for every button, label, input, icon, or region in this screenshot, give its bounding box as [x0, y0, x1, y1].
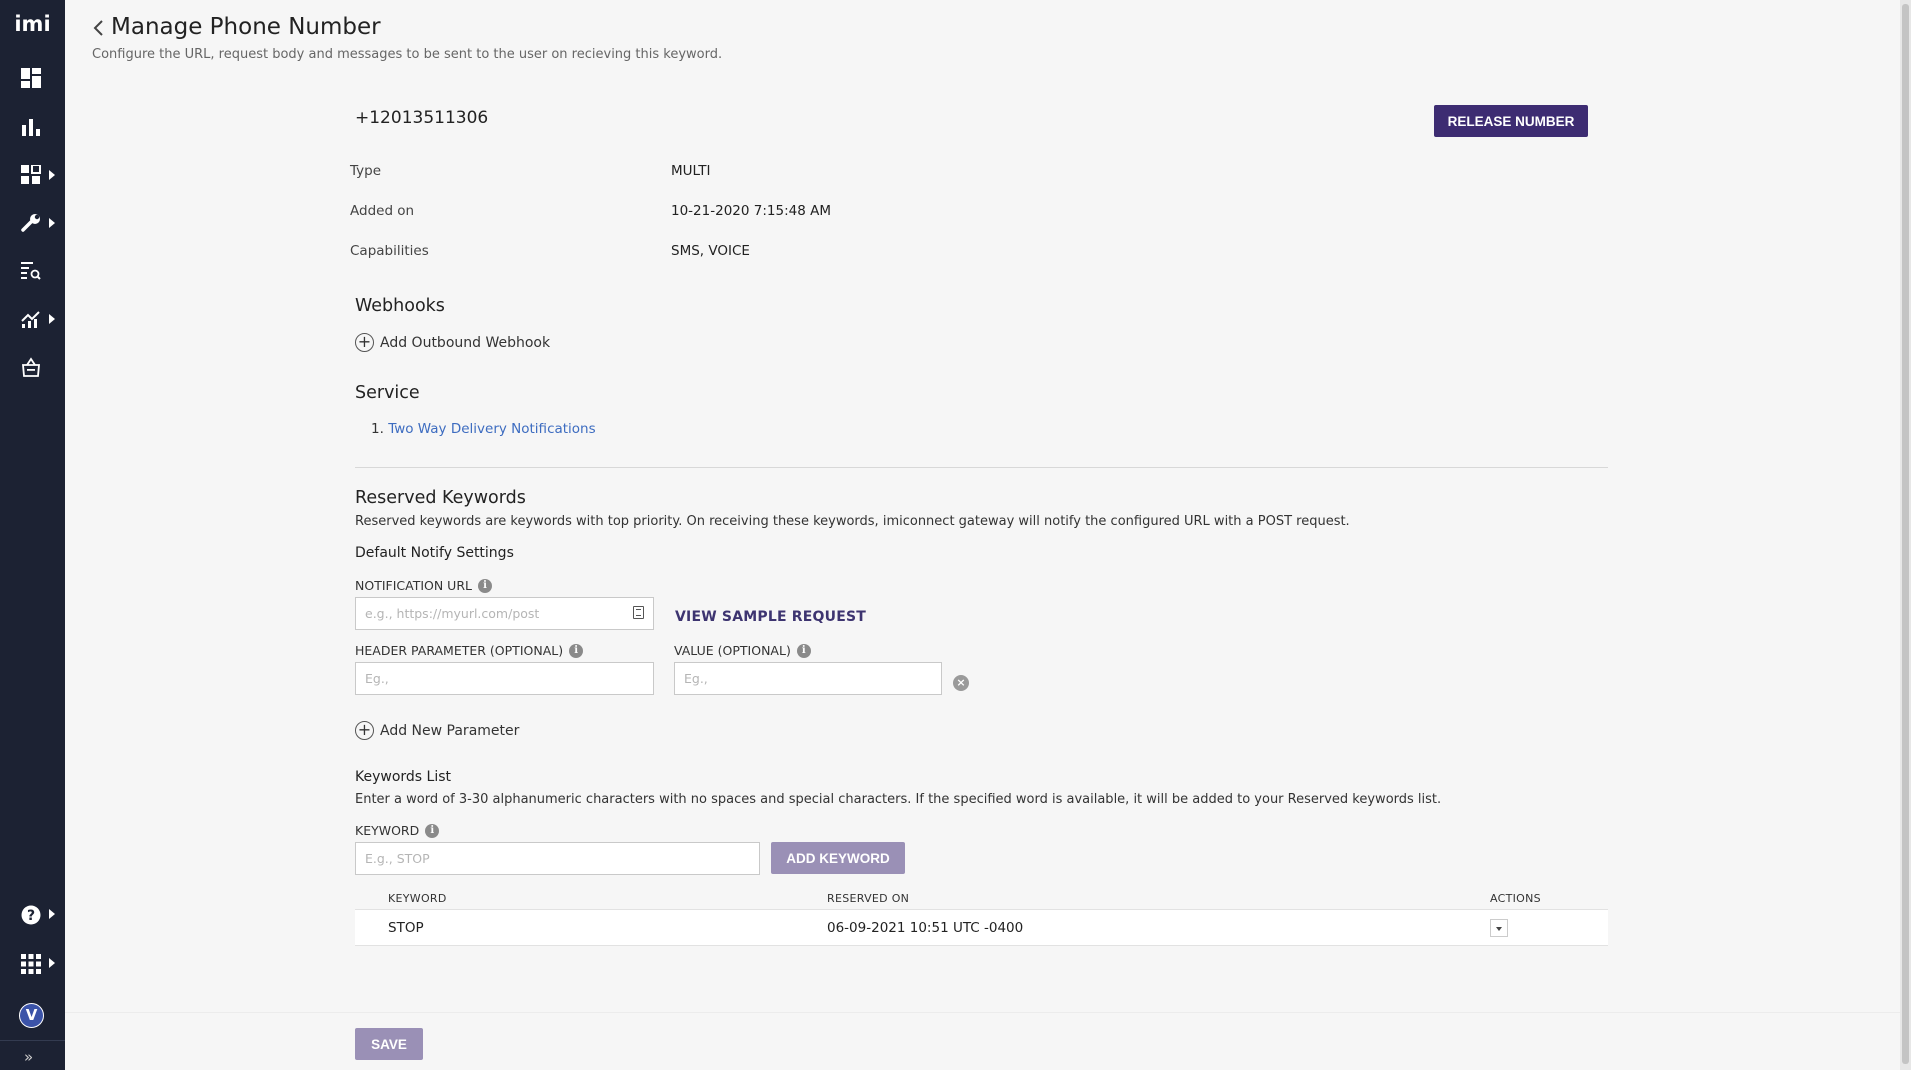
default-notify-settings-heading: Default Notify Settings: [355, 545, 514, 561]
sidebar-divider: [0, 1040, 65, 1041]
column-header-keyword: KEYWORD: [388, 892, 447, 905]
phone-number: +12013511306: [355, 108, 489, 128]
apps-launcher-arrow-icon[interactable]: [49, 958, 55, 968]
header-parameter-label-text: HEADER PARAMETER (OPTIONAL): [355, 643, 564, 658]
service-heading: Service: [355, 383, 420, 403]
remove-parameter-icon[interactable]: ×: [953, 675, 969, 691]
save-button[interactable]: SAVE: [355, 1028, 423, 1060]
plus-circle-icon: +: [355, 721, 374, 740]
column-header-reserved-on: RESERVED ON: [827, 892, 910, 905]
add-outbound-webhook-link[interactable]: + Add Outbound Webhook: [355, 333, 550, 352]
vertical-scrollbar[interactable]: [1900, 0, 1911, 1070]
expand-sidebar-icon[interactable]: »: [24, 1048, 33, 1066]
sidebar: imi ? V »: [0, 0, 65, 1070]
user-avatar[interactable]: V: [19, 1003, 44, 1028]
page-title: Manage Phone Number: [111, 14, 381, 40]
section-divider: [355, 467, 1608, 468]
value-label: VALUE (OPTIONAL) i: [674, 643, 811, 658]
apps-launcher-icon[interactable]: [20, 953, 42, 975]
imi-logo[interactable]: imi: [0, 12, 65, 36]
scrollbar-thumb[interactable]: [1902, 4, 1909, 1064]
page-subtitle: Configure the URL, request body and mess…: [92, 47, 723, 62]
service-index: 1.: [371, 421, 384, 437]
logs-search-icon[interactable]: [20, 260, 42, 282]
reserved-keywords-heading: Reserved Keywords: [355, 488, 526, 508]
clipboard-icon[interactable]: [633, 606, 644, 619]
service-list-item: 1. Two Way Delivery Notifications: [371, 421, 596, 437]
reserved-keywords-description: Reserved keywords are keywords with top …: [355, 514, 1350, 529]
capabilities-label: Capabilities: [350, 243, 429, 259]
trend-chart-icon[interactable]: [20, 308, 42, 330]
capabilities-value: SMS, VOICE: [671, 243, 750, 259]
keywords-list-heading: Keywords List: [355, 769, 452, 785]
plus-circle-icon: +: [355, 333, 374, 352]
help-expand-arrow-icon[interactable]: [49, 909, 55, 919]
notification-url-input[interactable]: [355, 597, 654, 630]
add-new-parameter-link[interactable]: + Add New Parameter: [355, 721, 519, 740]
keywords-list-description: Enter a word of 3-30 alphanumeric charac…: [355, 792, 1442, 807]
type-label: Type: [350, 163, 382, 179]
reserved-on-cell: 06-09-2021 10:51 UTC -0400: [827, 920, 1024, 936]
info-icon[interactable]: i: [477, 578, 492, 593]
add-new-parameter-label: Add New Parameter: [380, 722, 520, 739]
footer-divider: [65, 1012, 1900, 1013]
table-row: STOP 06-09-2021 10:51 UTC -0400: [355, 909, 1608, 946]
info-icon[interactable]: i: [796, 643, 811, 658]
header-parameter-label: HEADER PARAMETER (OPTIONAL) i: [355, 643, 584, 658]
tools-expand-arrow-icon[interactable]: [49, 218, 55, 228]
view-sample-request-link[interactable]: VIEW SAMPLE REQUEST: [675, 609, 866, 625]
column-header-actions: ACTIONS: [1490, 892, 1541, 905]
info-icon[interactable]: i: [425, 823, 440, 838]
add-keyword-button[interactable]: ADD KEYWORD: [771, 842, 905, 874]
notification-url-label: NOTIFICATION URL i: [355, 578, 492, 593]
dashboard-icon[interactable]: [20, 67, 42, 89]
keyword-cell: STOP: [388, 920, 424, 936]
add-outbound-webhook-label: Add Outbound Webhook: [380, 334, 551, 351]
webhooks-heading: Webhooks: [355, 296, 445, 316]
apps-expand-arrow-icon[interactable]: [49, 170, 55, 180]
value-label-text: VALUE (OPTIONAL): [674, 643, 791, 658]
info-icon[interactable]: i: [569, 643, 584, 658]
shopping-bag-icon[interactable]: [20, 356, 42, 378]
type-value: MULTI: [671, 163, 711, 179]
bar-chart-icon[interactable]: [20, 116, 42, 138]
keyword-label-text: KEYWORD: [355, 823, 420, 838]
header-parameter-input[interactable]: [355, 662, 654, 695]
value-input[interactable]: [674, 662, 942, 695]
service-link[interactable]: Two Way Delivery Notifications: [388, 421, 595, 437]
wrench-icon[interactable]: [20, 212, 42, 234]
help-icon[interactable]: ?: [20, 904, 42, 926]
actions-dropdown-icon[interactable]: [1490, 919, 1508, 937]
added-on-label: Added on: [350, 203, 415, 219]
release-number-button[interactable]: RELEASE NUMBER: [1434, 105, 1588, 137]
added-on-value: 10-21-2020 7:15:48 AM: [671, 203, 831, 219]
keyword-label: KEYWORD i: [355, 823, 440, 838]
svg-text:?: ?: [27, 908, 35, 924]
notification-url-label-text: NOTIFICATION URL: [355, 578, 472, 593]
apps-grid-icon[interactable]: [20, 164, 42, 186]
back-arrow-icon[interactable]: [92, 18, 106, 38]
analytics-expand-arrow-icon[interactable]: [49, 314, 55, 324]
keyword-input[interactable]: [355, 842, 760, 875]
